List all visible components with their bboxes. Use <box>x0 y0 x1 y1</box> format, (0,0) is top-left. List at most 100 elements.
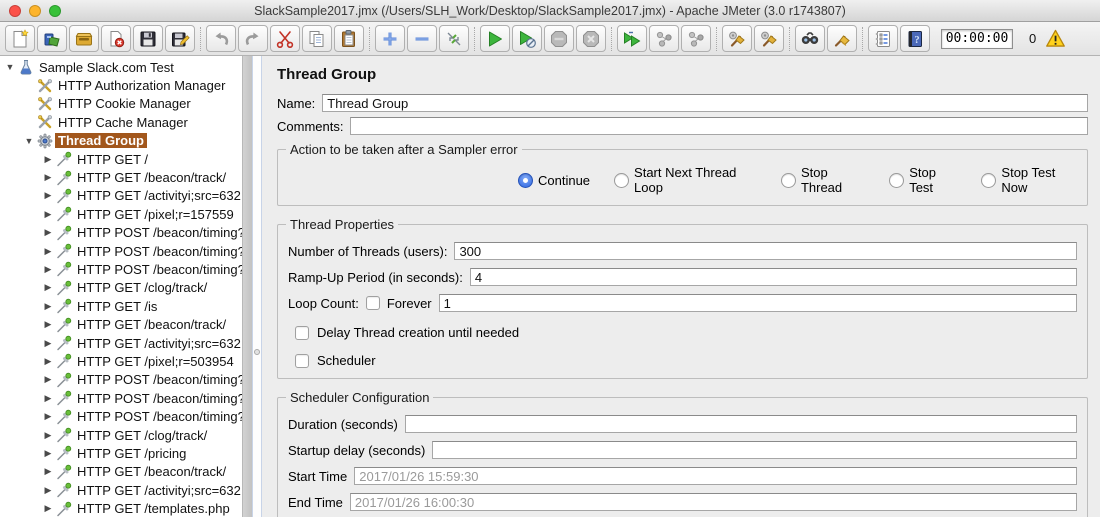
zoom-window-button[interactable] <box>49 5 61 17</box>
split-divider[interactable] <box>252 56 262 517</box>
help-icon: ? <box>905 29 925 49</box>
radio-continue[interactable]: Continue <box>518 165 590 195</box>
new-button[interactable] <box>5 25 35 52</box>
expand-triangle-icon[interactable]: ▶ <box>40 282 56 293</box>
expand-triangle-icon[interactable]: ▶ <box>40 448 56 459</box>
delay-thread-creation-checkbox[interactable] <box>295 326 309 340</box>
split-handle-icon[interactable] <box>254 349 260 355</box>
expand-triangle-icon[interactable]: ▶ <box>40 154 56 165</box>
tree-item[interactable]: ▶HTTP POST /beacon/timing? <box>0 224 242 242</box>
tree-item[interactable]: HTTP Cache Manager <box>0 113 242 131</box>
tree-item[interactable]: ▶HTTP GET /pixel;r=157559 <box>0 205 242 223</box>
tree-scrollbar[interactable] <box>242 56 252 517</box>
templates-button[interactable] <box>37 25 67 52</box>
collapse-triangle-icon[interactable]: ▼ <box>21 136 37 146</box>
expand-triangle-icon[interactable]: ▶ <box>40 246 56 257</box>
tree-item[interactable]: ▶HTTP GET /is <box>0 297 242 315</box>
tree-item[interactable]: ▶HTTP GET /clog/track/ <box>0 426 242 444</box>
radio-stop-test-now[interactable]: Stop Test Now <box>981 165 1077 195</box>
expand-triangle-icon[interactable]: ▶ <box>40 338 56 349</box>
num-threads-input[interactable] <box>454 242 1077 260</box>
expand-triangle-icon[interactable]: ▶ <box>40 319 56 330</box>
tree-item[interactable]: ▶HTTP POST /beacon/timing? <box>0 371 242 389</box>
redo-button[interactable] <box>238 25 268 52</box>
tree-item[interactable]: ▶HTTP POST /beacon/timing? <box>0 242 242 260</box>
cut-button[interactable] <box>270 25 300 52</box>
expand-triangle-icon[interactable]: ▶ <box>40 301 56 312</box>
expand-triangle-icon[interactable]: ▶ <box>40 264 56 275</box>
tree-item[interactable]: ▶HTTP GET /templates.php <box>0 499 242 517</box>
tree-item[interactable]: ▶HTTP GET /pricing <box>0 444 242 462</box>
comments-label: Comments: <box>277 119 343 134</box>
expand-triangle-icon[interactable]: ▶ <box>40 430 56 441</box>
expand-triangle-icon[interactable]: ▶ <box>40 172 56 183</box>
radio-stop-thread[interactable]: Stop Thread <box>781 165 865 195</box>
name-input[interactable] <box>322 94 1088 112</box>
save-button[interactable] <box>133 25 163 52</box>
clear-button[interactable] <box>722 25 752 52</box>
tree-item[interactable]: ▶HTTP POST /beacon/timing? <box>0 389 242 407</box>
open-button[interactable] <box>69 25 99 52</box>
tree-item[interactable]: ▶HTTP GET /beacon/track/ <box>0 463 242 481</box>
help-button[interactable]: ? <box>900 25 930 52</box>
clear-all-button[interactable] <box>754 25 784 52</box>
tree-item[interactable]: HTTP Authorization Manager <box>0 76 242 94</box>
tree-item[interactable]: ▶HTTP GET /activityi;src=632 <box>0 334 242 352</box>
expand-triangle-icon[interactable]: ▶ <box>40 356 56 367</box>
duration-input[interactable] <box>405 415 1077 433</box>
rampup-input[interactable] <box>470 268 1077 286</box>
tree-item[interactable]: ▶HTTP GET /pixel;r=503954 <box>0 352 242 370</box>
remote-start-all-button[interactable] <box>617 25 647 52</box>
close-window-button[interactable] <box>9 5 21 17</box>
radio-start-next-thread-loop[interactable]: Start Next Thread Loop <box>614 165 757 195</box>
save-as-button[interactable] <box>165 25 195 52</box>
tree-item[interactable]: ▶HTTP POST /beacon/timing? <box>0 260 242 278</box>
tree-item[interactable]: ▶HTTP GET /activityi;src=632 <box>0 187 242 205</box>
warning-icon[interactable] <box>1045 29 1066 48</box>
radio-stop-test[interactable]: Stop Test <box>889 165 957 195</box>
tree-item[interactable]: ▶HTTP POST /beacon/timing? <box>0 407 242 425</box>
expand-triangle-icon[interactable]: ▶ <box>40 393 56 404</box>
expand-triangle-icon[interactable]: ▶ <box>40 485 56 496</box>
remote-stop-all-button[interactable] <box>649 25 679 52</box>
remote-shutdown-all-button[interactable] <box>681 25 711 52</box>
end-time-input[interactable] <box>350 493 1077 511</box>
shutdown-button[interactable] <box>576 25 606 52</box>
expand-triangle-icon[interactable]: ▶ <box>40 411 56 422</box>
expand-triangle-icon[interactable]: ▶ <box>40 466 56 477</box>
minimize-window-button[interactable] <box>29 5 41 17</box>
comments-input[interactable] <box>350 117 1088 135</box>
start-time-input[interactable] <box>354 467 1077 485</box>
startup-delay-input[interactable] <box>432 441 1077 459</box>
collapse-triangle-icon[interactable]: ▼ <box>2 62 18 72</box>
search-button[interactable] <box>795 25 825 52</box>
expand-triangle-icon[interactable]: ▶ <box>40 227 56 238</box>
expand-all-button[interactable] <box>375 25 405 52</box>
toggle-button[interactable] <box>439 25 469 52</box>
forever-checkbox[interactable] <box>366 296 380 310</box>
copy-button[interactable] <box>302 25 332 52</box>
expand-triangle-icon[interactable]: ▶ <box>40 190 56 201</box>
paste-button[interactable] <box>334 25 364 52</box>
tree-item[interactable]: ▼Thread Group <box>0 132 242 150</box>
start-button[interactable] <box>480 25 510 52</box>
function-helper-button[interactable] <box>868 25 898 52</box>
tree-item[interactable]: ▶HTTP GET /beacon/track/ <box>0 315 242 333</box>
loop-count-input[interactable] <box>439 294 1077 312</box>
scheduler-checkbox[interactable] <box>295 354 309 368</box>
expand-triangle-icon[interactable]: ▶ <box>40 503 56 514</box>
tree-item[interactable]: ▶HTTP GET /beacon/track/ <box>0 168 242 186</box>
search-reset-button[interactable] <box>827 25 857 52</box>
tree-item[interactable]: ▶HTTP GET / <box>0 150 242 168</box>
start-no-timers-button[interactable] <box>512 25 542 52</box>
collapse-all-button[interactable] <box>407 25 437 52</box>
close-button[interactable] <box>101 25 131 52</box>
tree-item[interactable]: ▶HTTP GET /activityi;src=632 <box>0 481 242 499</box>
undo-button[interactable] <box>206 25 236 52</box>
tree-item[interactable]: ▼Sample Slack.com Test <box>0 58 242 76</box>
expand-triangle-icon[interactable]: ▶ <box>40 209 56 220</box>
tree-item[interactable]: ▶HTTP GET /clog/track/ <box>0 279 242 297</box>
stop-button[interactable] <box>544 25 574 52</box>
expand-triangle-icon[interactable]: ▶ <box>40 374 56 385</box>
tree-item[interactable]: HTTP Cookie Manager <box>0 95 242 113</box>
